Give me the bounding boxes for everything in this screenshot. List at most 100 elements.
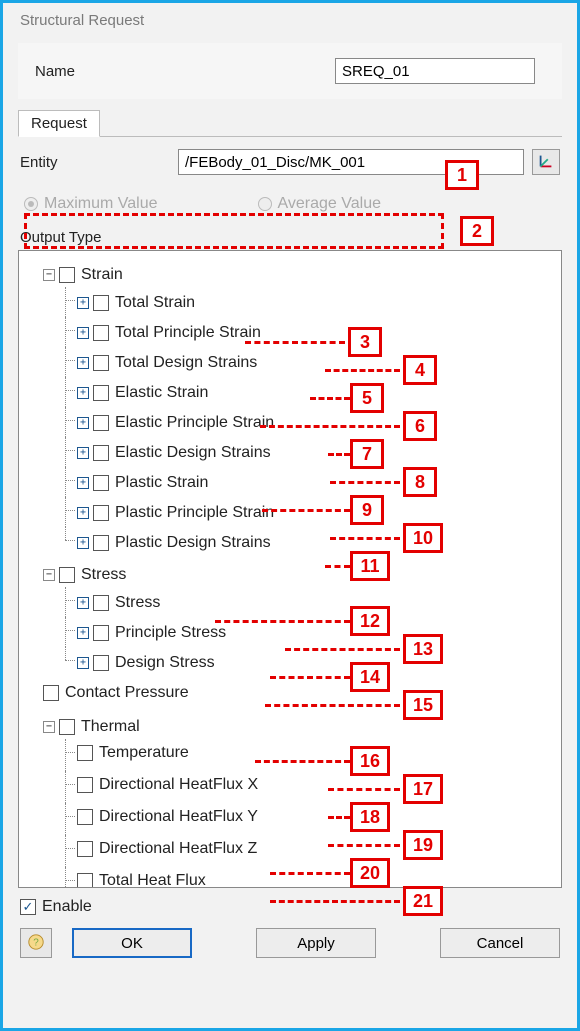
checkbox[interactable] <box>93 595 109 611</box>
callout-15: 15 <box>403 690 443 720</box>
tree-label: Directional HeatFlux X <box>97 773 258 797</box>
checkbox[interactable] <box>93 475 109 491</box>
expand-icon[interactable] <box>77 507 89 519</box>
callout-12: 12 <box>350 606 390 636</box>
checkbox[interactable] <box>43 685 59 701</box>
checkbox[interactable] <box>93 355 109 371</box>
tab-request[interactable]: Request <box>18 110 100 137</box>
tree-node[interactable]: Plastic Design Strains <box>77 531 271 555</box>
tree-node[interactable]: Directional HeatFlux Z <box>77 837 257 861</box>
callout-1: 1 <box>445 160 479 190</box>
tree-node[interactable]: Total Principle Strain <box>77 321 261 345</box>
checkbox[interactable] <box>77 745 93 761</box>
checkbox[interactable] <box>93 295 109 311</box>
tree-node[interactable]: Elastic Design Strains <box>77 441 271 465</box>
checkbox[interactable] <box>93 535 109 551</box>
expand-icon[interactable] <box>77 597 89 609</box>
checkbox[interactable] <box>93 625 109 641</box>
collapse-icon[interactable] <box>43 721 55 733</box>
callout-16: 16 <box>350 746 390 776</box>
callout-18: 18 <box>350 802 390 832</box>
checkbox[interactable] <box>77 873 93 888</box>
tree-node-strain[interactable]: Strain <box>43 263 123 287</box>
checkbox[interactable] <box>93 445 109 461</box>
tree-node[interactable]: Elastic Strain <box>77 381 208 405</box>
tree-node[interactable]: Directional HeatFlux Y <box>77 805 258 829</box>
callout-19: 19 <box>403 830 443 860</box>
tree-node[interactable]: Plastic Strain <box>77 471 208 495</box>
expand-icon[interactable] <box>77 417 89 429</box>
callout-6: 6 <box>403 411 437 441</box>
tree-label: Design Stress <box>113 651 215 675</box>
tree-node-thermal[interactable]: Thermal <box>43 715 140 739</box>
tree-label: Directional HeatFlux Z <box>97 837 257 861</box>
tree-node[interactable]: Stress <box>77 591 160 615</box>
output-type-tree[interactable]: Strain Total Strain Total Principle Stra… <box>18 250 562 888</box>
tree-node-contact-pressure[interactable]: Contact Pressure <box>43 681 189 705</box>
tree-node[interactable]: Plastic Principle Strain <box>77 501 274 525</box>
tree-label: Temperature <box>97 741 189 765</box>
tree-label: Directional HeatFlux Y <box>97 805 258 829</box>
expand-icon[interactable] <box>77 357 89 369</box>
tree-label: Total Heat Flux <box>97 869 206 888</box>
tree-label: Total Strain <box>113 291 195 315</box>
tree-label: Plastic Principle Strain <box>113 501 274 525</box>
tree-node[interactable]: Design Stress <box>77 651 215 675</box>
tree-label: Plastic Design Strains <box>113 531 271 555</box>
callout-box-2 <box>24 213 444 249</box>
tree-label: Elastic Strain <box>113 381 208 405</box>
checkbox[interactable] <box>59 567 75 583</box>
checkbox[interactable] <box>77 809 93 825</box>
checkbox[interactable] <box>59 719 75 735</box>
collapse-icon[interactable] <box>43 269 55 281</box>
tree-label: Total Principle Strain <box>113 321 261 345</box>
tree-node[interactable]: Elastic Principle Strain <box>77 411 274 435</box>
tree-node[interactable]: Total Strain <box>77 291 195 315</box>
callout-5: 5 <box>350 383 384 413</box>
expand-icon[interactable] <box>77 657 89 669</box>
tree-node[interactable]: Total Design Strains <box>77 351 257 375</box>
expand-icon[interactable] <box>77 327 89 339</box>
callout-2: 2 <box>460 216 494 246</box>
tree-node[interactable]: Directional HeatFlux X <box>77 773 258 797</box>
callout-21: 21 <box>403 886 443 916</box>
callout-13: 13 <box>403 634 443 664</box>
callout-17: 17 <box>403 774 443 804</box>
checkbox[interactable] <box>77 841 93 857</box>
expand-icon[interactable] <box>77 387 89 399</box>
tree-label: Strain <box>79 263 123 287</box>
expand-icon[interactable] <box>77 537 89 549</box>
callout-9: 9 <box>350 495 384 525</box>
expand-icon[interactable] <box>77 477 89 489</box>
checkbox[interactable] <box>93 385 109 401</box>
checkbox[interactable] <box>93 415 109 431</box>
tree-label: Elastic Design Strains <box>113 441 271 465</box>
tree-label: Elastic Principle Strain <box>113 411 274 435</box>
collapse-icon[interactable] <box>43 569 55 581</box>
tree-node[interactable]: Principle Stress <box>77 621 226 645</box>
tree-node[interactable]: Temperature <box>77 741 189 765</box>
tree-label: Stress <box>79 563 126 587</box>
checkbox[interactable] <box>93 655 109 671</box>
callout-3: 3 <box>348 327 382 357</box>
tree-node-stress[interactable]: Stress <box>43 563 126 587</box>
callout-8: 8 <box>403 467 437 497</box>
tree-label: Principle Stress <box>113 621 226 645</box>
callout-10: 10 <box>403 523 443 553</box>
callout-7: 7 <box>350 439 384 469</box>
callout-4: 4 <box>403 355 437 385</box>
expand-icon[interactable] <box>77 447 89 459</box>
checkbox[interactable] <box>59 267 75 283</box>
tree-label: Plastic Strain <box>113 471 208 495</box>
checkbox[interactable] <box>77 777 93 793</box>
tree-node[interactable]: Total Heat Flux <box>77 869 206 888</box>
checkbox[interactable] <box>93 325 109 341</box>
tree-label: Stress <box>113 591 160 615</box>
expand-icon[interactable] <box>77 297 89 309</box>
callout-11: 11 <box>350 551 390 581</box>
expand-icon[interactable] <box>77 627 89 639</box>
checkbox[interactable] <box>93 505 109 521</box>
callout-20: 20 <box>350 858 390 888</box>
tree-label: Contact Pressure <box>63 681 189 705</box>
tree-label: Total Design Strains <box>113 351 257 375</box>
